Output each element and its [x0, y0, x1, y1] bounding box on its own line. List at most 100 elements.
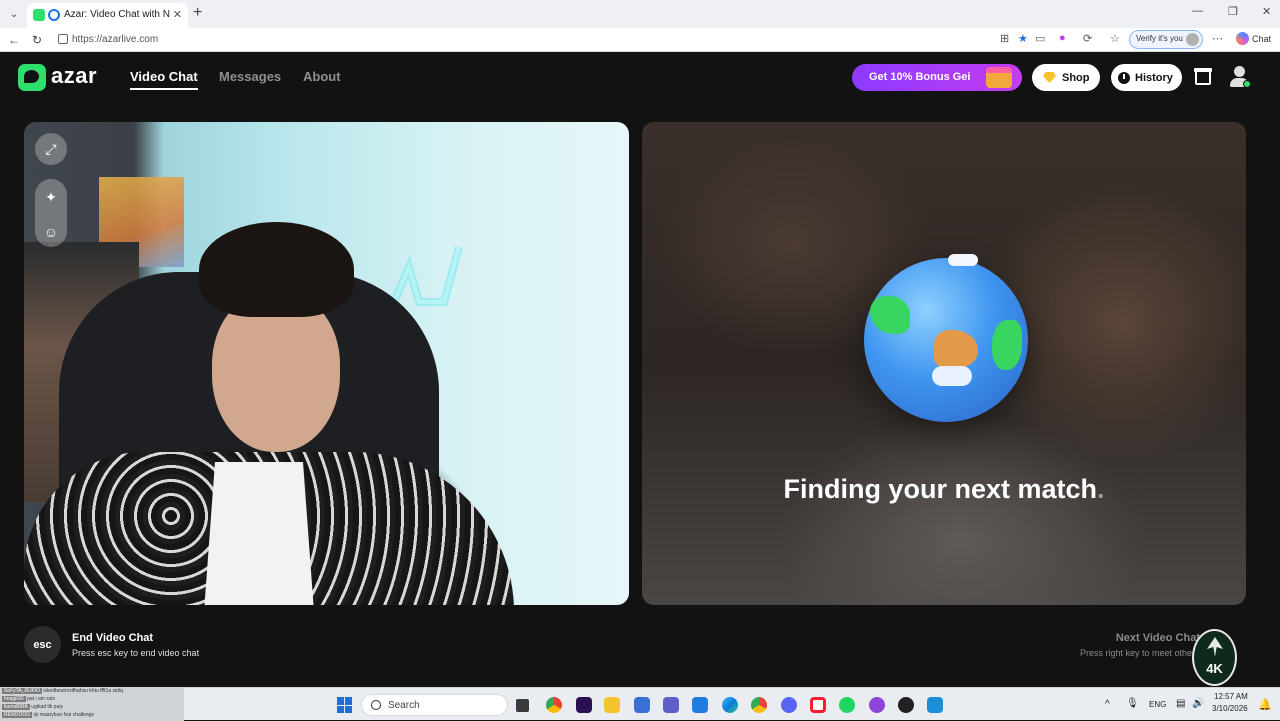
- remote-video-panel: Finding your next match.: [642, 122, 1246, 605]
- magic-wand-icon[interactable]: ✦: [45, 189, 57, 206]
- end-chat-title[interactable]: End Video Chat: [72, 632, 153, 644]
- app-icon[interactable]: [869, 697, 885, 713]
- phoenix-logo-icon: [1207, 637, 1223, 657]
- windows-start-icon[interactable]: [337, 697, 353, 713]
- treasure-chest-icon: [986, 67, 1012, 88]
- gem-icon: [1043, 72, 1056, 83]
- next-chat-hint: Press right key to meet other: [1079, 648, 1195, 658]
- close-window-icon[interactable]: ✕: [1262, 5, 1271, 18]
- inventory-box-icon[interactable]: [1194, 68, 1212, 85]
- monitor-app-icon[interactable]: [927, 697, 943, 713]
- online-status-dot: [1243, 80, 1251, 88]
- maximize-icon[interactable]: ❐: [1228, 5, 1238, 18]
- browser-tab-bar: ⌄ Azar: Video Chat with New Pe ✕ + — ❐ ✕: [0, 0, 1280, 28]
- windows-taskbar: SoFyTA_RUFIO iskedbeutroxifhahsu khtu ff…: [0, 687, 1280, 721]
- refresh-extension-icon[interactable]: ⟳: [1083, 32, 1092, 45]
- person-shirt: [204, 462, 314, 605]
- shop-button[interactable]: Shop: [1032, 64, 1100, 91]
- favorites-icon[interactable]: ☆: [1110, 32, 1120, 45]
- notification-bell-icon[interactable]: 🔔: [1258, 698, 1272, 711]
- tab-list-icon[interactable]: ⌄: [6, 6, 22, 22]
- back-icon[interactable]: ←: [8, 33, 20, 47]
- outlook-icon[interactable]: [692, 697, 708, 713]
- minimize-icon[interactable]: —: [1192, 5, 1203, 17]
- url-field[interactable]: https://azarlive.com: [52, 31, 1124, 49]
- chat-line: SoFyTA_RUFIO iskedbeutroxifhahsu khtu ff…: [2, 688, 123, 694]
- store-icon[interactable]: [634, 697, 650, 713]
- history-button[interactable]: History: [1111, 64, 1182, 91]
- account-avatar: [1186, 33, 1199, 46]
- extension-icon[interactable]: ●: [1059, 32, 1066, 44]
- volume-icon[interactable]: 🔊: [1192, 698, 1204, 709]
- nav-messages[interactable]: Messages: [219, 69, 281, 84]
- shop-label: Shop: [1062, 71, 1090, 84]
- nav-video-chat[interactable]: Video Chat: [130, 69, 198, 84]
- matching-status-text: Finding your next match: [783, 474, 1097, 504]
- copilot-chat-button[interactable]: Chat: [1236, 32, 1271, 45]
- discord-icon[interactable]: [781, 697, 797, 713]
- globe-cloud: [932, 366, 972, 386]
- matching-status: Finding your next match.: [642, 474, 1246, 505]
- profile-head: [1234, 66, 1245, 77]
- bonus-gems-button[interactable]: Get 10% Bonus Gei: [852, 64, 1022, 91]
- profile-avatar-icon[interactable]: [1229, 66, 1251, 88]
- next-chat-title[interactable]: Next Video Chat: [1116, 632, 1200, 644]
- chat-label: Chat: [1252, 33, 1272, 44]
- globe-land: [934, 330, 978, 368]
- browser-tab[interactable]: Azar: Video Chat with New Pe ✕: [27, 3, 188, 28]
- tray-overflow-icon[interactable]: ^: [1105, 699, 1110, 710]
- bookmark-star-icon[interactable]: ★: [1018, 32, 1028, 45]
- chrome-profile-icon[interactable]: [751, 697, 767, 713]
- url-text: https://azarlive.com: [72, 34, 159, 45]
- emoji-icon[interactable]: ☺: [44, 224, 58, 240]
- copilot-icon: [1236, 32, 1249, 45]
- teams-icon[interactable]: [663, 697, 679, 713]
- microphone-icon[interactable]: 🎙: [1126, 698, 1139, 709]
- channel-watermark: 4K: [1192, 629, 1237, 686]
- person-hair: [199, 222, 354, 317]
- expand-icon[interactable]: ⤢: [35, 133, 67, 165]
- taskbar-search-field[interactable]: Search: [361, 694, 508, 716]
- globe-land: [992, 320, 1022, 370]
- end-chat-button[interactable]: esc: [24, 626, 61, 663]
- history-label: History: [1135, 71, 1173, 84]
- language-indicator[interactable]: ENG: [1149, 700, 1166, 709]
- opera-icon[interactable]: [810, 697, 826, 713]
- chat-line: ImagiGR pat i am xsio: [2, 696, 56, 702]
- clock-time[interactable]: 12:57 AM: [1214, 692, 1248, 701]
- azar-favicon-icon: [33, 9, 45, 21]
- verify-identity-button[interactable]: Verify it's you: [1129, 30, 1203, 49]
- chat-line: kumaBIRA ugikad tik puiy: [2, 704, 63, 710]
- premiere-icon[interactable]: [576, 697, 592, 713]
- edge-icon[interactable]: [722, 697, 738, 713]
- wifi-icon[interactable]: ▤: [1176, 698, 1185, 709]
- watermark-label: 4K: [1206, 661, 1223, 676]
- camera-active-icon: [48, 9, 60, 21]
- task-view-icon[interactable]: [516, 699, 529, 712]
- more-menu-icon[interactable]: ⋯: [1212, 32, 1223, 45]
- globe-land: [870, 296, 910, 334]
- nav-about[interactable]: About: [303, 69, 341, 84]
- clock-date[interactable]: 3/10/2026: [1212, 704, 1248, 713]
- reload-icon[interactable]: ↻: [32, 33, 42, 47]
- effects-toolbar: ✦ ☺: [35, 179, 67, 247]
- azar-logo-icon[interactable]: [18, 64, 46, 91]
- local-video-feed: ⤢ ✦ ☺: [24, 122, 629, 605]
- clock-icon: [1118, 71, 1130, 84]
- translate-icon[interactable]: ⊞: [1000, 32, 1009, 45]
- close-tab-icon[interactable]: ✕: [173, 8, 182, 21]
- chrome-icon[interactable]: [546, 697, 562, 713]
- site-info-icon[interactable]: [58, 34, 68, 44]
- obs-icon[interactable]: [898, 697, 914, 713]
- tab-title: Azar: Video Chat with New Pe: [64, 9, 170, 20]
- spotify-icon[interactable]: [839, 697, 855, 713]
- nav-active-indicator: [130, 88, 198, 90]
- verify-label: Verify it's you: [1136, 34, 1183, 43]
- camera-icon[interactable]: ▭: [1035, 32, 1045, 45]
- azar-page: azar Video Chat Messages About Get 10% B…: [0, 53, 1280, 687]
- address-bar: ← ↻ https://azarlive.com ⊞ ★ ▭ ● ⟳ ☆ Ver…: [0, 28, 1280, 52]
- globe-icon: [864, 254, 1028, 422]
- logo-text[interactable]: azar: [51, 63, 97, 89]
- new-tab-icon[interactable]: +: [193, 4, 202, 22]
- file-explorer-icon[interactable]: [604, 697, 620, 713]
